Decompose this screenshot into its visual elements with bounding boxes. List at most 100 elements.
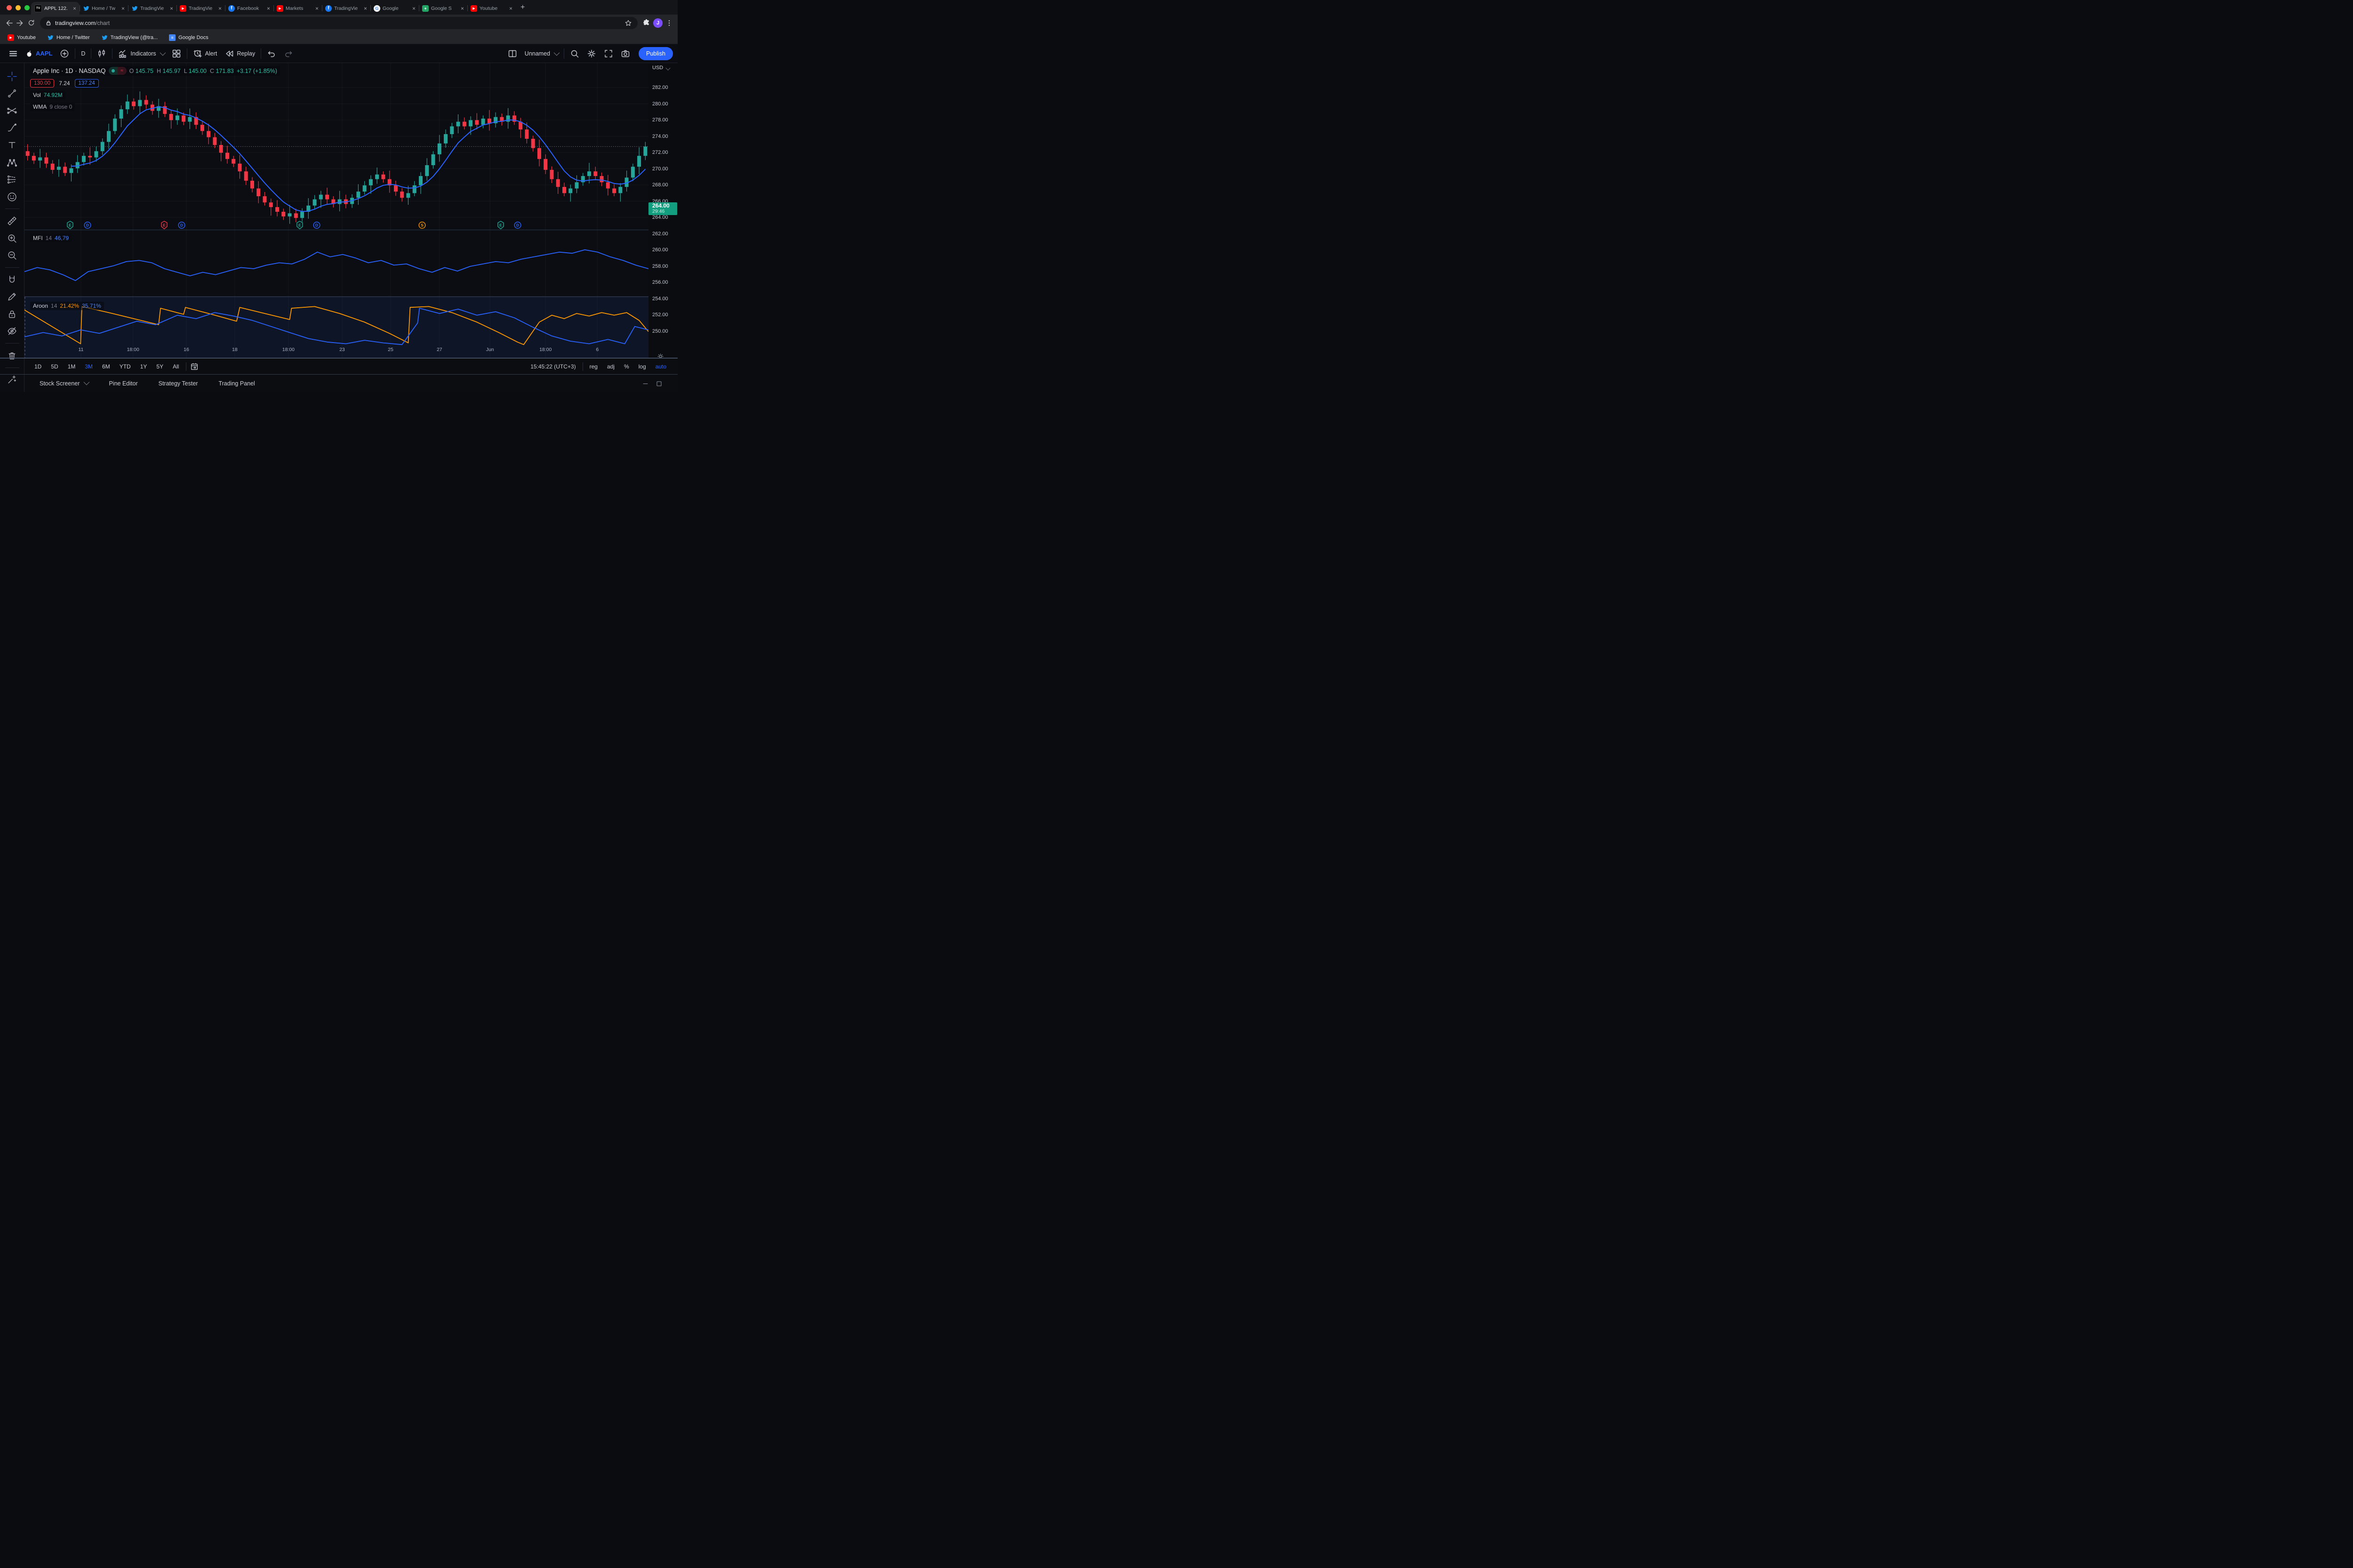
- compare-add-icon[interactable]: [56, 47, 73, 60]
- xabcd-icon[interactable]: [4, 155, 20, 170]
- tab-close-icon[interactable]: ×: [267, 6, 270, 11]
- browser-menu-icon[interactable]: [665, 19, 673, 27]
- statusbar-item-strategy-tester[interactable]: Strategy Tester: [159, 380, 198, 387]
- tab-close-icon[interactable]: ×: [509, 6, 512, 11]
- range-button-6m[interactable]: 6M: [99, 362, 113, 371]
- publish-button[interactable]: Publish: [639, 47, 673, 60]
- bookmark-item[interactable]: TradingView (@tra...: [101, 34, 158, 41]
- range-button-3m[interactable]: 3M: [81, 362, 96, 371]
- event-badge-d[interactable]: D: [514, 221, 521, 230]
- event-badge-d[interactable]: D: [178, 221, 185, 230]
- emoji-icon[interactable]: [4, 189, 20, 205]
- interval-button[interactable]: D: [77, 47, 89, 60]
- address-bar[interactable]: tradingview.com/chart: [40, 17, 638, 29]
- statusbar-item-stock-screener[interactable]: Stock Screener: [40, 380, 88, 387]
- scale-button-log[interactable]: log: [636, 362, 649, 371]
- trend-line-icon[interactable]: [4, 86, 20, 102]
- event-badge-d[interactable]: D: [84, 221, 91, 230]
- main-menu-icon[interactable]: [5, 47, 22, 60]
- bookmark-item[interactable]: Home / Twitter: [47, 34, 90, 41]
- browser-tab[interactable]: Home / Tw×: [80, 2, 128, 15]
- reload-icon[interactable]: [27, 19, 35, 27]
- layout-select-icon[interactable]: [504, 47, 521, 60]
- minimize-panel-icon[interactable]: [642, 380, 649, 387]
- browser-tab[interactable]: ▶Youtube×: [467, 2, 516, 15]
- time-axis[interactable]: 1118:00161818:00232527Jun18:006: [24, 344, 648, 358]
- window-zoom-button[interactable]: [24, 5, 30, 10]
- bookmark-star-icon[interactable]: [624, 19, 632, 27]
- low-price-label[interactable]: 130.00: [30, 79, 54, 88]
- browser-tab[interactable]: ▶Markets×: [273, 2, 322, 15]
- scale-button-auto[interactable]: auto: [653, 362, 669, 371]
- scale-button-adj[interactable]: adj: [604, 362, 617, 371]
- bookmark-item[interactable]: ≡Google Docs: [169, 34, 208, 41]
- alert-button[interactable]: Alert: [189, 47, 221, 60]
- price-axis[interactable]: USD 282.00280.00278.00274.00272.00270.00…: [648, 63, 678, 392]
- range-button-all[interactable]: All: [169, 362, 182, 371]
- extensions-icon[interactable]: [642, 19, 650, 27]
- series-visibility-pill[interactable]: ≈: [109, 67, 127, 75]
- tab-close-icon[interactable]: ×: [218, 6, 222, 11]
- range-button-1m[interactable]: 1M: [64, 362, 79, 371]
- screenshot-camera-icon[interactable]: [617, 47, 634, 60]
- browser-tab[interactable]: fTradingVie×: [322, 2, 370, 15]
- range-button-1d[interactable]: 1D: [31, 362, 45, 371]
- profile-avatar[interactable]: J: [653, 18, 663, 28]
- chart-style-icon[interactable]: [93, 47, 110, 60]
- browser-tab[interactable]: fFacebook×: [225, 2, 273, 15]
- brush-icon[interactable]: [4, 120, 20, 136]
- aroon-legend[interactable]: Aroon 14 21.42% 35,71%: [30, 302, 104, 310]
- layout-name-button[interactable]: Unnamed: [521, 47, 562, 60]
- statusbar-item-trading-panel[interactable]: Trading Panel: [218, 380, 255, 387]
- scale-button-reg[interactable]: reg: [587, 362, 600, 371]
- clock[interactable]: 15:45:22 (UTC+3): [530, 363, 576, 370]
- zoom-in-icon[interactable]: [4, 231, 20, 246]
- range-button-ytd[interactable]: YTD: [116, 362, 134, 371]
- ruler-icon[interactable]: [4, 213, 20, 229]
- symbol-description[interactable]: Apple Inc · 1D · NASDAQ: [33, 67, 106, 74]
- new-tab-button[interactable]: +: [520, 3, 525, 12]
- pencil-icon[interactable]: [4, 289, 20, 304]
- forecast-icon[interactable]: [4, 172, 20, 187]
- bookmark-item[interactable]: ▶Youtube: [8, 34, 36, 41]
- undo-icon[interactable]: [263, 47, 280, 60]
- eye-off-icon[interactable]: [4, 324, 20, 339]
- scale-button-percent[interactable]: %: [621, 362, 632, 371]
- event-badge-s[interactable]: S: [418, 221, 426, 230]
- browser-tab[interactable]: TVAPPL 122.×: [31, 2, 80, 15]
- tab-close-icon[interactable]: ×: [73, 6, 76, 11]
- search-icon[interactable]: [566, 47, 583, 60]
- wma-label[interactable]: WMA: [33, 104, 47, 110]
- redo-icon[interactable]: [280, 47, 297, 60]
- go-to-date-icon[interactable]: [190, 362, 199, 371]
- window-close-button[interactable]: [7, 5, 12, 10]
- crosshair-icon[interactable]: [4, 69, 20, 84]
- tab-close-icon[interactable]: ×: [412, 6, 416, 11]
- fullscreen-icon[interactable]: [600, 47, 617, 60]
- lock-icon[interactable]: [4, 306, 20, 322]
- browser-tab[interactable]: GGoogle×: [370, 2, 419, 15]
- browser-tab[interactable]: +Google S×: [419, 2, 467, 15]
- tab-close-icon[interactable]: ×: [461, 6, 464, 11]
- range-button-5d[interactable]: 5D: [48, 362, 61, 371]
- trash-icon[interactable]: [4, 348, 20, 363]
- statusbar-item-pine-editor[interactable]: Pine Editor: [109, 380, 137, 387]
- event-badge-e[interactable]: E: [497, 221, 504, 230]
- event-badge-e[interactable]: E: [160, 221, 168, 230]
- high-price-label[interactable]: 137.24: [75, 79, 99, 88]
- browser-tab[interactable]: TradingVie×: [128, 2, 176, 15]
- magnet-icon[interactable]: [4, 272, 20, 288]
- zoom-out-icon[interactable]: [4, 248, 20, 263]
- tab-close-icon[interactable]: ×: [170, 6, 173, 11]
- indicators-button[interactable]: Indicators: [114, 47, 168, 60]
- browser-tab[interactable]: ▶TradingVie×: [176, 2, 225, 15]
- range-button-1y[interactable]: 1Y: [137, 362, 151, 371]
- tab-close-icon[interactable]: ×: [364, 6, 367, 11]
- mfi-legend[interactable]: MFI 14 46,79: [30, 234, 72, 242]
- window-minimize-button[interactable]: [16, 5, 21, 10]
- maximize-panel-icon[interactable]: [656, 380, 663, 387]
- back-icon[interactable]: [5, 19, 13, 27]
- settings-gear-icon[interactable]: [583, 47, 600, 60]
- replay-button[interactable]: Replay: [221, 47, 259, 60]
- currency-selector[interactable]: USD: [652, 65, 670, 71]
